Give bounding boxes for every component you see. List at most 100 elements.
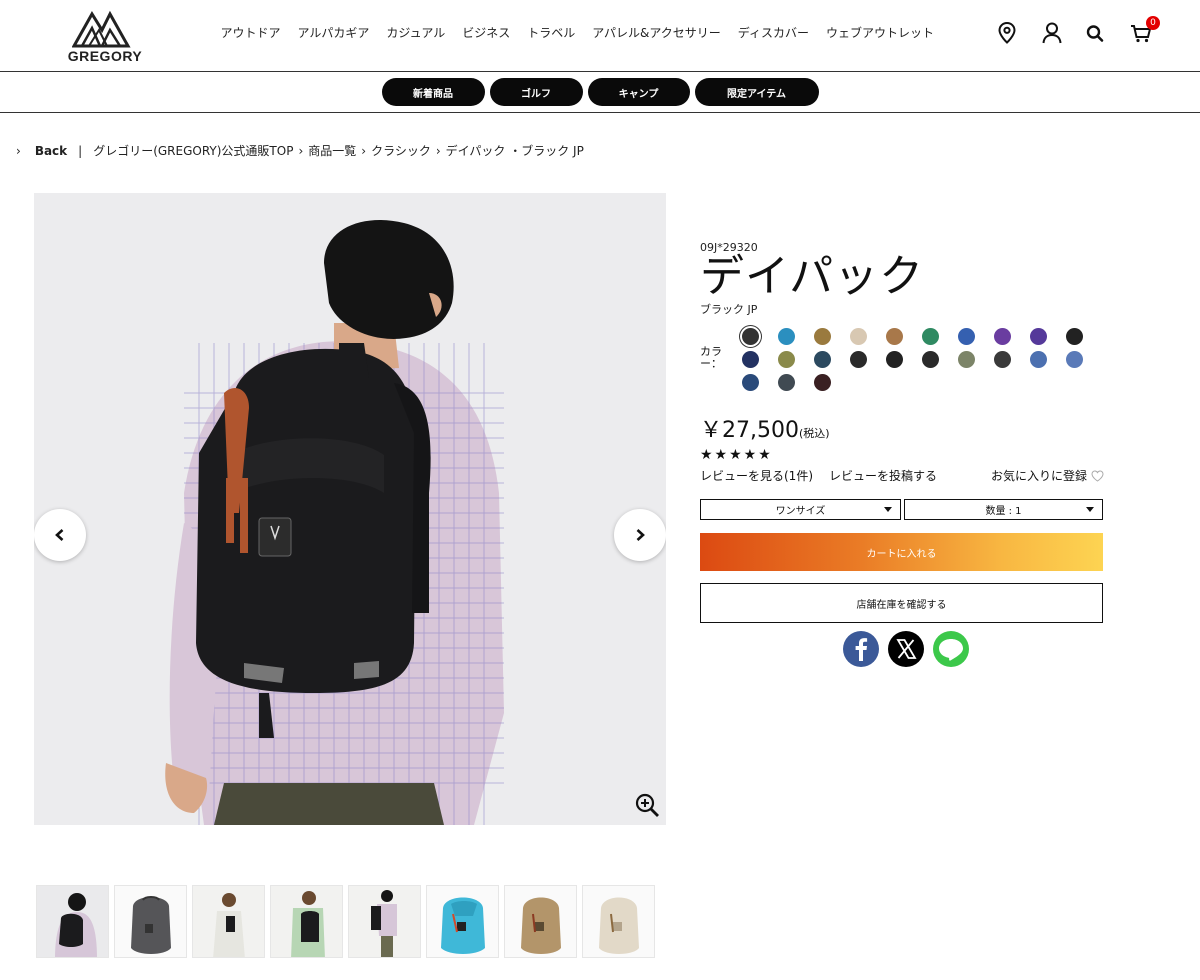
account-icon[interactable] (1042, 22, 1062, 44)
search-icon[interactable] (1086, 22, 1106, 44)
quantity-select-value: 数量 : 1 (985, 506, 1022, 517)
facebook-icon[interactable] (843, 631, 879, 667)
main-nav: アウトドア アルパカギア カジュアル ビジネス トラベル アパレル&アクセサリー… (212, 24, 942, 41)
quantity-select[interactable]: 数量 : 1 (904, 499, 1103, 520)
color-swatch[interactable] (994, 328, 1011, 345)
color-swatch[interactable] (742, 351, 759, 368)
nav-item-outdoor[interactable]: アウトドア (212, 24, 289, 41)
thumbnail[interactable] (270, 885, 343, 958)
x-icon[interactable] (888, 631, 924, 667)
nav-item-web-outlet[interactable]: ウェブアウトレット (817, 24, 942, 41)
breadcrumb-arrow: › (298, 143, 304, 158)
color-swatch[interactable] (994, 351, 1011, 368)
thumbnail[interactable] (348, 885, 421, 958)
product-color-name: ブラック JP (700, 303, 758, 316)
price-value: ￥27,500 (700, 418, 799, 443)
model-with-backpack-image (34, 193, 666, 825)
color-label: カラー： (700, 345, 722, 370)
color-swatch[interactable] (886, 351, 903, 368)
category-pill-bar: 新着商品 ゴルフ キャンプ 限定アイテム (0, 72, 1200, 113)
chevron-right-icon (636, 529, 645, 541)
product-info: 09J*29320 デイパック ブラック JP (700, 241, 1104, 317)
zoom-in-icon[interactable] (634, 792, 660, 818)
color-swatch[interactable] (814, 374, 831, 391)
breadcrumb-top[interactable]: グレゴリー(GREGORY)公式通販TOP (93, 142, 293, 159)
breadcrumb-separator: | (78, 143, 83, 158)
pill-golf[interactable]: ゴルフ (489, 78, 583, 106)
breadcrumb-arrow: › (435, 143, 441, 158)
color-swatch[interactable] (886, 328, 903, 345)
add-to-favorites-button[interactable]: お気に入りに登録 (991, 467, 1104, 484)
review-row: レビューを見る(1件) レビューを投稿する お気に入りに登録 (700, 467, 1104, 484)
logo-mountain-icon (72, 10, 131, 48)
heart-icon (1091, 469, 1104, 482)
size-select[interactable]: ワンサイズ (700, 499, 901, 520)
product-price: ￥27,500(税込) (700, 412, 830, 444)
color-swatch[interactable] (1066, 328, 1083, 345)
pill-camp[interactable]: キャンプ (587, 78, 690, 106)
chevron-right-icon: › (16, 143, 21, 158)
color-swatch[interactable] (1030, 328, 1047, 345)
size-select-value: ワンサイズ (775, 506, 826, 517)
color-swatch[interactable] (814, 328, 831, 345)
thumbnail[interactable] (36, 885, 109, 958)
chevron-left-icon (55, 529, 64, 541)
color-swatch[interactable] (778, 374, 795, 391)
thumbnail-strip (36, 885, 655, 958)
line-icon[interactable] (933, 631, 969, 667)
favorite-label: お気に入りに登録 (990, 469, 1087, 483)
color-swatch[interactable] (850, 328, 867, 345)
thumbnail[interactable] (504, 885, 577, 958)
color-swatch[interactable] (742, 374, 759, 391)
breadcrumb-classic[interactable]: クラシック (371, 142, 431, 159)
product-main-image[interactable] (34, 193, 666, 825)
carousel-prev-button[interactable] (34, 509, 86, 561)
carousel-next-button[interactable] (614, 509, 666, 561)
back-link[interactable]: Back (35, 144, 67, 158)
tax-label: (税込) (798, 427, 830, 440)
header-icons: 0 (998, 16, 1160, 44)
pill-limited-items[interactable]: 限定アイテム (694, 78, 819, 106)
nav-item-alpaca-gear[interactable]: アルパカギア (289, 24, 378, 41)
color-swatch[interactable] (850, 351, 867, 368)
check-store-stock-button[interactable]: 店舗在庫を確認する (700, 583, 1103, 623)
thumbnail[interactable] (582, 885, 655, 958)
add-to-cart-button[interactable]: カートに入れる (700, 533, 1103, 571)
color-swatch-selected[interactable] (742, 328, 759, 345)
thumbnail[interactable] (192, 885, 265, 958)
share-buttons (843, 631, 969, 667)
color-swatch[interactable] (1030, 351, 1047, 368)
product-title: デイパック (700, 251, 925, 302)
cart-icon[interactable]: 0 (1130, 16, 1160, 44)
nav-item-travel[interactable]: トラベル (519, 24, 584, 41)
breadcrumb-current: デイパック ・ブラック JP (445, 144, 584, 158)
nav-item-business[interactable]: ビジネス (454, 24, 519, 41)
post-review-link[interactable]: レビューを投稿する (829, 467, 937, 484)
nav-item-apparel[interactable]: アパレル&アクセサリー (584, 24, 730, 41)
view-reviews-link[interactable]: レビューを見る(1件) (700, 467, 813, 484)
pill-new-arrivals[interactable]: 新着商品 (381, 78, 485, 106)
nav-item-casual[interactable]: カジュアル (378, 24, 454, 41)
thumbnail[interactable] (426, 885, 499, 958)
brand-name: GREGORY (67, 48, 143, 64)
rating-stars: ★★★★★ (700, 447, 773, 463)
color-swatch[interactable] (922, 328, 939, 345)
breadcrumb-product-list[interactable]: 商品一覧 (308, 142, 356, 159)
brand-logo[interactable]: GREGORY (58, 8, 152, 66)
cart-count-badge: 0 (1146, 16, 1160, 30)
color-swatch[interactable] (778, 351, 795, 368)
nav-item-discover[interactable]: ディスカバー (729, 24, 817, 41)
caret-down-icon (1086, 507, 1094, 512)
caret-down-icon (884, 507, 892, 512)
site-header: GREGORY アウトドア アルパカギア カジュアル ビジネス トラベル アパレ… (0, 0, 1200, 72)
location-icon[interactable] (998, 21, 1018, 44)
breadcrumb: › Back | グレゴリー(GREGORY)公式通販TOP › 商品一覧 › … (16, 142, 584, 159)
color-swatch[interactable] (958, 328, 975, 345)
color-swatch[interactable] (958, 351, 975, 368)
color-swatch[interactable] (778, 328, 795, 345)
color-swatch[interactable] (922, 351, 939, 368)
breadcrumb-arrow: › (361, 143, 367, 158)
thumbnail[interactable] (114, 885, 187, 958)
color-swatch[interactable] (814, 351, 831, 368)
color-swatch[interactable] (1066, 351, 1083, 368)
